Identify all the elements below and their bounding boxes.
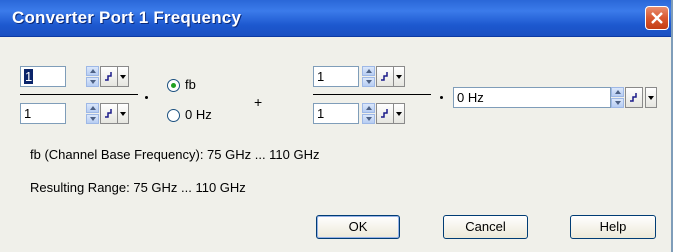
offset-control: 0 Hz [453, 87, 667, 108]
spin-up-arrow-icon[interactable] [362, 103, 375, 113]
left-numerator-spinner[interactable] [86, 66, 99, 87]
radio-zero-hz[interactable] [167, 109, 180, 122]
left-denominator-input[interactable]: 1 [20, 103, 66, 124]
help-button[interactable]: Help [570, 215, 656, 239]
cancel-button[interactable]: Cancel [443, 215, 528, 239]
window-title: Converter Port 1 Frequency [12, 8, 242, 27]
right-denominator-spinner[interactable] [362, 103, 375, 124]
step-icon[interactable] [376, 103, 394, 124]
left-numerator-input[interactable]: 1 [20, 66, 66, 87]
chevron-down-icon[interactable] [117, 66, 129, 87]
chevron-down-icon[interactable] [117, 103, 129, 124]
spin-down-arrow-icon[interactable] [362, 114, 375, 124]
multiply-dot [145, 96, 148, 99]
step-icon[interactable] [376, 66, 394, 87]
right-numerator-control: 1 [313, 66, 419, 87]
step-icon[interactable] [100, 103, 118, 124]
left-denominator-spinner[interactable] [86, 103, 99, 124]
spin-down-arrow-icon[interactable] [611, 98, 624, 108]
offset-spinner[interactable] [611, 87, 624, 108]
left-denominator-control: 1 [20, 103, 129, 124]
right-denominator-input[interactable]: 1 [313, 103, 359, 124]
spin-up-arrow-icon[interactable] [86, 66, 99, 76]
chevron-down-icon[interactable] [645, 87, 657, 108]
offset-input[interactable]: 0 Hz [453, 87, 611, 108]
radio-fb[interactable] [167, 79, 180, 92]
spin-up-arrow-icon[interactable] [86, 103, 99, 113]
step-icon[interactable] [625, 87, 643, 108]
spin-up-arrow-icon[interactable] [611, 87, 624, 97]
radio-fb-label[interactable]: fb [185, 77, 196, 92]
fraction-line [313, 94, 431, 95]
spin-down-arrow-icon[interactable] [86, 114, 99, 124]
spin-down-arrow-icon[interactable] [86, 77, 99, 87]
title-bar[interactable]: Converter Port 1 Frequency [0, 0, 671, 37]
right-numerator-spinner[interactable] [362, 66, 375, 87]
chevron-down-icon[interactable] [393, 66, 405, 87]
chevron-down-icon[interactable] [393, 103, 405, 124]
left-numerator-control: 1 [20, 66, 129, 87]
resulting-range-text: Resulting Range: 75 GHz ... 110 GHz [30, 180, 246, 195]
dialog-window: Converter Port 1 Frequency 1 1 fb 0 Hz +… [0, 0, 673, 252]
close-icon [651, 12, 663, 24]
radio-selected-dot [171, 83, 176, 88]
right-numerator-input[interactable]: 1 [313, 66, 359, 87]
radio-zero-hz-label[interactable]: 0 Hz [185, 107, 212, 122]
plus-sign: + [254, 94, 263, 110]
step-icon[interactable] [100, 66, 118, 87]
close-button[interactable] [645, 6, 669, 30]
right-denominator-control: 1 [313, 103, 419, 124]
multiply-dot [440, 96, 443, 99]
spin-down-arrow-icon[interactable] [362, 77, 375, 87]
fraction-line [20, 94, 138, 95]
spin-up-arrow-icon[interactable] [362, 66, 375, 76]
ok-button[interactable]: OK [316, 215, 400, 239]
channel-base-frequency-text: fb (Channel Base Frequency): 75 GHz ... … [30, 147, 320, 162]
